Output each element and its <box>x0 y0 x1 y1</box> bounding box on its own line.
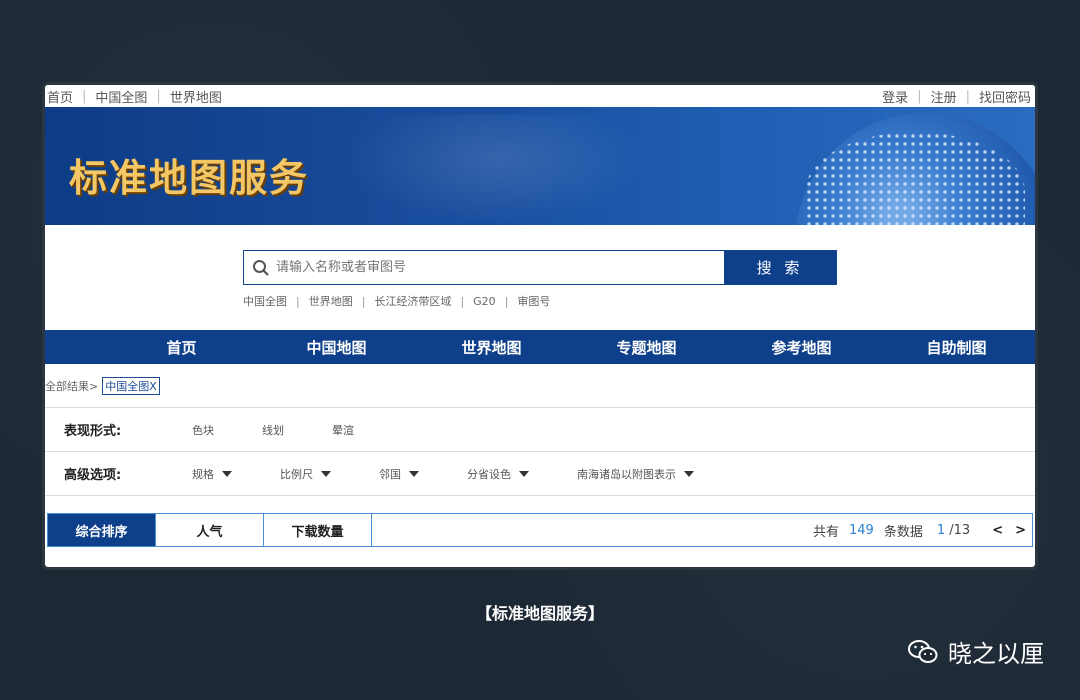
filter-label-style: 表现形式: <box>64 424 122 439</box>
caret-down-icon <box>684 470 694 477</box>
prev-page-button[interactable]: < <box>992 523 1003 538</box>
sort-tab-comprehensive[interactable]: 综合排序 <box>48 514 156 546</box>
dropdown-label: 规格 <box>192 467 214 481</box>
dropdown-label: 邻国 <box>379 467 401 481</box>
nav-item-self-mapping[interactable]: 自助制图 <box>879 337 1034 358</box>
dropdown-label: 分省设色 <box>467 467 511 481</box>
filter-option-line[interactable]: 线划 <box>262 422 284 438</box>
top-left-links: 首页 | 中国全图 | 世界地图 <box>47 87 222 106</box>
total-suffix: 条数据 <box>883 524 923 540</box>
site-logo-title[interactable]: 标准地图服务 <box>69 147 309 202</box>
dropdown-label: 南海诸岛以附图表示 <box>577 467 676 481</box>
quick-links: 中国全图 | 世界地图 | 长江经济带区域 | G20 | 审图号 <box>243 293 551 309</box>
quick-link-review-number[interactable]: 审图号 <box>517 293 550 309</box>
search-section: 搜 索 中国全图| 世界地图| 长江经济带区域| G20| 审图号 <box>45 225 1035 330</box>
sort-bar: 综合排序 人气 下载数量 共有 149 条数据 1 /13 < > <box>47 513 1033 547</box>
filter-dropdown-south-sea-inset[interactable]: 南海诸岛以附图表示 <box>577 466 694 482</box>
top-link-home[interactable]: 首页 <box>47 87 73 106</box>
quick-link-yangtze[interactable]: 长江经济带区域 <box>374 293 451 309</box>
nav-item-china-map[interactable]: 中国地图 <box>259 337 414 358</box>
quick-link-china[interactable]: 中国全图 <box>243 293 287 309</box>
current-page: 1 <box>936 522 946 538</box>
caret-down-icon <box>222 470 232 477</box>
total-prefix: 共有 <box>812 524 839 540</box>
login-link[interactable]: 登录 <box>882 87 908 106</box>
breadcrumb-all-results[interactable]: 全部结果> <box>45 378 98 394</box>
watermark-text: 晓之以厘 <box>948 640 1044 668</box>
main-nav: 首页 中国地图 世界地图 专题地图 参考地图 自助制图 <box>45 330 1035 364</box>
caret-down-icon <box>321 470 331 477</box>
search-icon <box>253 259 269 276</box>
filter-row-style: 表现形式: 色块 线划 晕渲 <box>45 408 1035 452</box>
sort-tab-popularity[interactable]: 人气 <box>156 514 264 546</box>
search-bar: 搜 索 <box>243 250 837 285</box>
caption: 【标准地图服务】 <box>475 604 604 623</box>
caret-down-icon <box>409 470 419 477</box>
nav-item-thematic-map[interactable]: 专题地图 <box>569 337 724 358</box>
search-button[interactable]: 搜 索 <box>724 251 836 284</box>
breadcrumb: 全部结果> 中国全图X <box>45 364 1035 408</box>
nav-item-home[interactable]: 首页 <box>104 337 259 358</box>
filter-dropdown-scale[interactable]: 比例尺 <box>280 466 331 482</box>
top-right-links: 登录 | 注册 | 找回密码 <box>882 87 1031 106</box>
top-bar: 首页 | 中国全图 | 世界地图 登录 | 注册 | 找回密码 <box>45 85 1035 107</box>
quick-link-world[interactable]: 世界地图 <box>309 293 353 309</box>
recover-password-link[interactable]: 找回密码 <box>979 87 1031 106</box>
search-field <box>244 251 724 284</box>
wechat-icon <box>908 639 938 663</box>
banner: 标准地图服务 <box>45 107 1035 225</box>
filter-dropdown-province-color[interactable]: 分省设色 <box>467 466 529 482</box>
dropdown-label: 比例尺 <box>280 467 313 481</box>
search-input[interactable] <box>276 260 676 275</box>
filter-tag-china-map[interactable]: 中国全图X <box>102 376 160 395</box>
filter-dropdown-neighbors[interactable]: 邻国 <box>379 466 419 482</box>
filter-label-advanced: 高级选项: <box>64 468 122 483</box>
filter-option-color-block[interactable]: 色块 <box>192 422 214 438</box>
watermark: 晓之以厘 <box>908 634 1044 669</box>
browser-frame: 首页| 中国全图| 世界地图 登录| 注册| 找回密码 标准地图服务 搜 索 中… <box>42 82 1038 570</box>
nav-item-reference-map[interactable]: 参考地图 <box>724 337 879 358</box>
world-map-graphic <box>345 115 645 225</box>
page-indicator: 1 /13 <box>937 523 970 538</box>
page-total: /13 <box>949 522 971 538</box>
filter-option-shaded[interactable]: 晕渲 <box>332 422 354 438</box>
register-link[interactable]: 注册 <box>931 87 957 106</box>
sort-tab-downloads[interactable]: 下载数量 <box>264 514 372 546</box>
quick-link-g20[interactable]: G20 <box>473 295 496 308</box>
top-link-china-map[interactable]: 中国全图 <box>95 87 147 106</box>
filter-dropdown-spec[interactable]: 规格 <box>192 466 232 482</box>
result-summary: 共有 149 条数据 1 /13 < > <box>813 521 1032 540</box>
total-count: 149 <box>849 522 874 538</box>
caret-down-icon <box>519 470 529 477</box>
nav-item-world-map[interactable]: 世界地图 <box>414 337 569 358</box>
filter-row-advanced: 高级选项: 规格 比例尺 邻国 分省设色 南海诸岛以附图表示 <box>45 452 1035 496</box>
next-page-button[interactable]: > <box>1015 523 1026 538</box>
top-link-world-map[interactable]: 世界地图 <box>170 87 222 106</box>
